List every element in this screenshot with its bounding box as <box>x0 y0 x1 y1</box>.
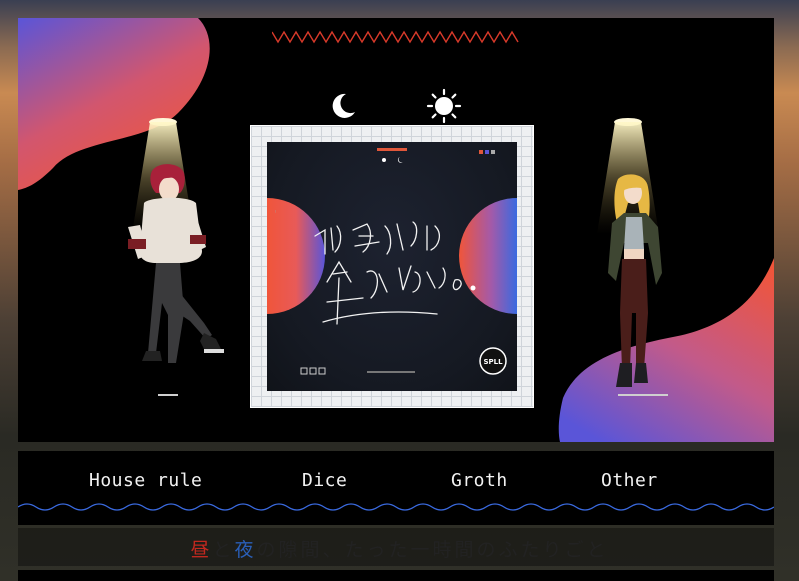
sun-icon <box>426 88 462 124</box>
zigzag-wave-decoration <box>272 30 519 44</box>
album-cover: | SPLL <box>251 126 533 407</box>
bottom-bar <box>18 570 774 581</box>
album-badge-text: SPLL <box>483 358 503 366</box>
tagline-night: 夜 <box>234 539 257 561</box>
nav-wave-divider <box>18 503 774 511</box>
nav-item-other[interactable]: Other <box>601 470 658 491</box>
album-cover-art: | SPLL <box>267 148 517 375</box>
moon-icon <box>332 93 355 118</box>
hero-panel: | SPLL <box>18 18 774 442</box>
tagline: 昼と夜の隙間、たった一時間のふたりごと <box>0 535 799 562</box>
tagline-rest: の隙間、たった一時間のふたりごと <box>256 539 609 561</box>
character-left-caption <box>158 394 178 396</box>
svg-text:|: | <box>275 209 276 213</box>
tagline-day: 昼 <box>190 539 213 561</box>
character-left-illustration <box>128 164 224 363</box>
nav-item-groth[interactable]: Groth <box>451 470 508 491</box>
tagline-and: と <box>212 539 235 561</box>
nav-item-dice[interactable]: Dice <box>302 470 347 491</box>
nav-item-house-rule[interactable]: House rule <box>89 470 202 491</box>
album-cover-inner: | SPLL <box>267 142 517 391</box>
character-right-caption <box>618 394 668 396</box>
character-right-illustration <box>608 174 662 387</box>
